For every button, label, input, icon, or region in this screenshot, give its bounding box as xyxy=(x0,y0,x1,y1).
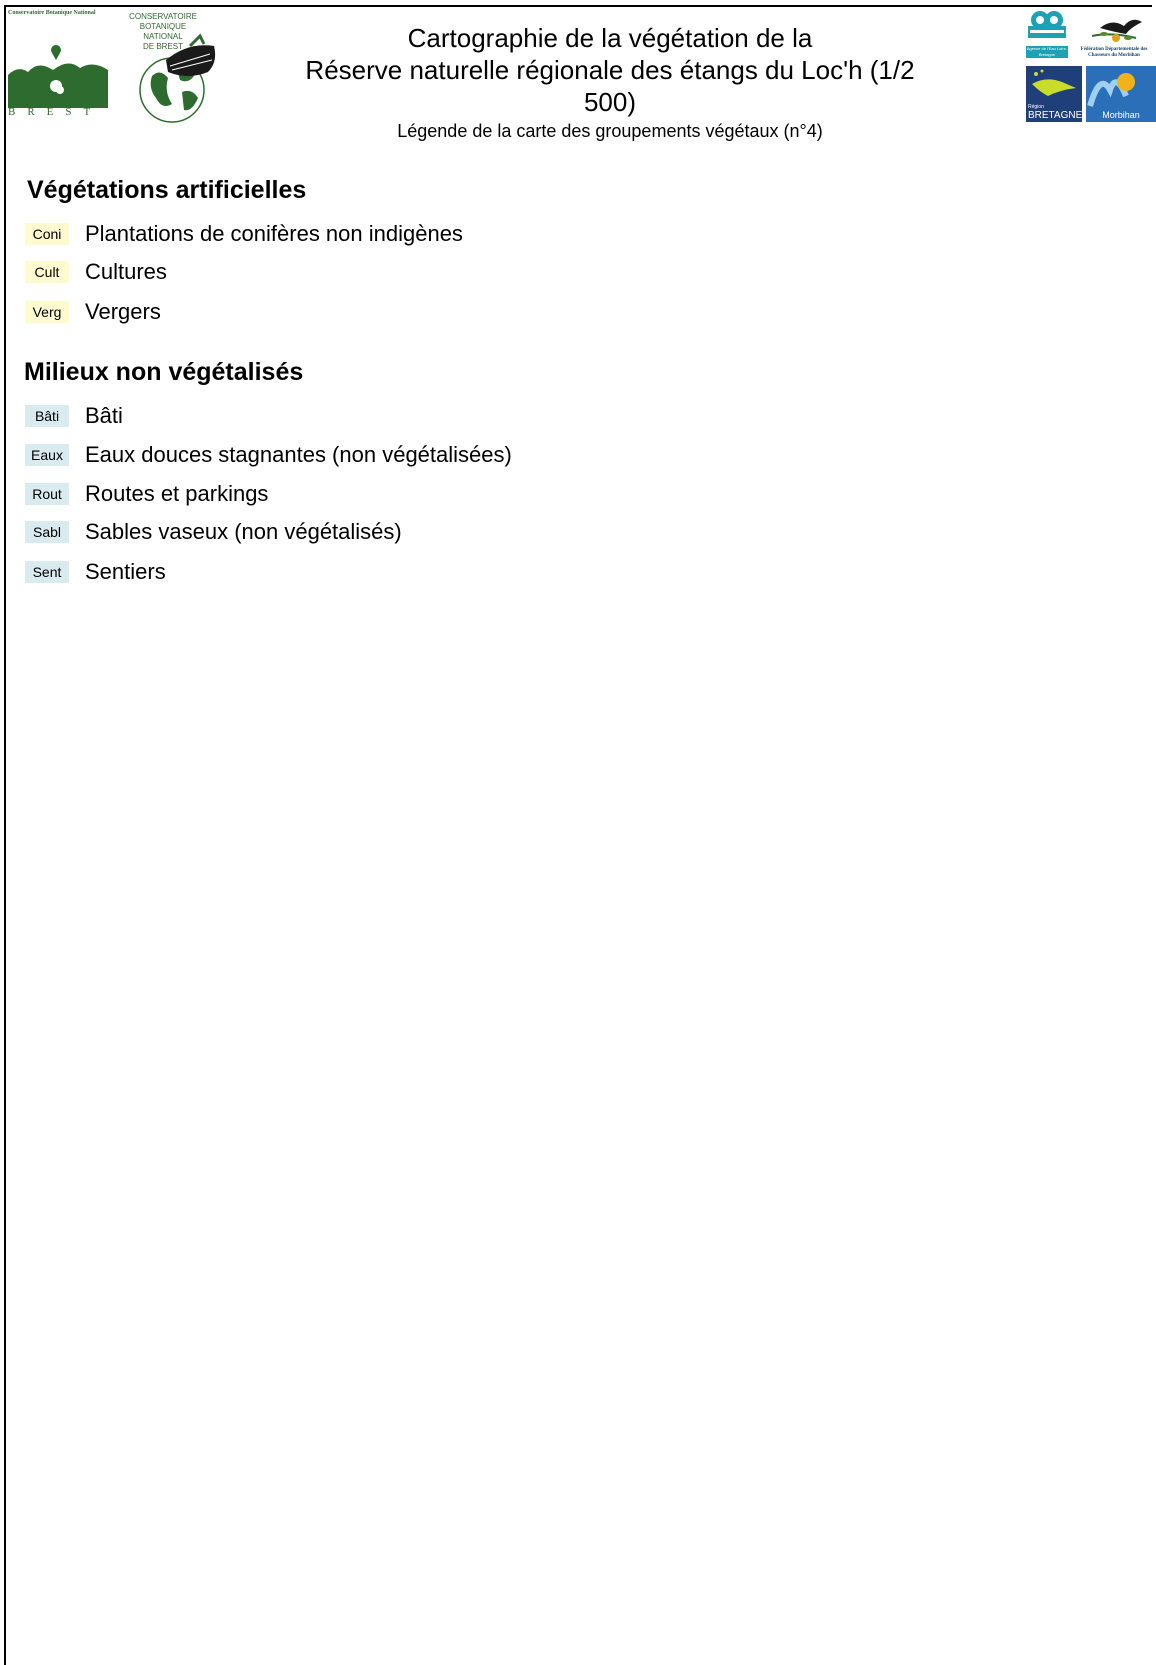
legend-item: Sent Sentiers xyxy=(25,559,166,585)
page-header-titles: Cartographie de la végétation de la Rése… xyxy=(280,22,940,144)
federation-logo: Fédération Départementale des Chasseurs … xyxy=(1072,8,1156,62)
legend-item: Verg Vergers xyxy=(25,299,161,325)
legend-label: Cultures xyxy=(85,259,167,284)
legend-code-swatch: Bâti xyxy=(25,405,69,427)
legend-caption: Légende de la carte des groupements végé… xyxy=(397,121,823,141)
page-title: Cartographie de la végétation de la xyxy=(407,23,813,53)
legend-label: Sentiers xyxy=(85,559,166,584)
legend-label: Plantations de conifères non indigènes xyxy=(85,221,463,246)
agence-eau-logo: Agence de l'Eau Loire-Bretagne xyxy=(1026,8,1068,58)
legend-label: Routes et parkings xyxy=(85,481,269,506)
legend-item: Sabl Sables vaseux (non végétalisés) xyxy=(25,519,402,545)
cbn-small-text: Conservatoire Botanique National xyxy=(8,10,96,16)
legend-code-swatch: Rout xyxy=(25,483,69,505)
page-frame xyxy=(4,5,1152,1665)
morbihan-icon xyxy=(1087,73,1135,107)
cbn-brest-text: BREST xyxy=(8,106,103,118)
region-bretagne-logo: Région BRETAGNE xyxy=(1026,66,1082,122)
page-subtitle: Réserve naturelle régionale des étangs d… xyxy=(305,55,915,117)
legend-label: Vergers xyxy=(85,299,161,324)
morbihan-text: Morbihan xyxy=(1102,110,1140,120)
legend-item: Coni Plantations de conifères non indigè… xyxy=(25,221,463,247)
legend-item: Rout Routes et parkings xyxy=(25,481,268,507)
legend-code-swatch: Eaux xyxy=(25,444,69,466)
legend-code-swatch: Coni xyxy=(25,223,69,245)
legend-code-swatch: Verg xyxy=(25,301,69,323)
federation-text: Fédération Départementale des Chasseurs … xyxy=(1080,47,1148,58)
conservatoire-line: BOTANIQUE xyxy=(139,22,187,31)
legend-label: Bâti xyxy=(85,403,123,428)
legend-code-swatch: Cult xyxy=(25,261,69,283)
legend-item: Eaux Eaux douces stagnantes (non végétal… xyxy=(25,442,512,468)
legend-item: Cult Cultures xyxy=(25,259,167,285)
agence-eau-icon xyxy=(1026,8,1068,48)
legend-code-swatch: Sent xyxy=(25,561,69,583)
section-heading-artificial: Végétations artificielles xyxy=(27,176,307,204)
legend-label: Sables vaseux (non végétalisés) xyxy=(85,519,402,544)
section-heading-non-vegetated: Milieux non végétalisés xyxy=(24,358,304,386)
cbn-landscape-icon xyxy=(8,45,108,108)
conservatoire-line: CONSERVATOIRE xyxy=(129,12,197,21)
globe-ark-icon xyxy=(139,33,216,123)
bird-branch-icon xyxy=(1091,19,1142,42)
logo-conservatoire-brest: Conservatoire Botanique National BREST C… xyxy=(8,10,216,123)
partner-logos: Agence de l'Eau Loire-Bretagne Fédératio… xyxy=(1026,8,1156,124)
region-text: BRETAGNE xyxy=(1028,110,1083,121)
legend-item: Bâti Bâti xyxy=(25,403,123,429)
morbihan-logo: Morbihan xyxy=(1086,66,1156,122)
legend-code-swatch: Sabl xyxy=(25,521,69,543)
legend-label: Eaux douces stagnantes (non végétalisées… xyxy=(85,442,512,467)
agence-eau-text: Agence de l'Eau Loire-Bretagne xyxy=(1026,46,1068,58)
region-bretagne-icon xyxy=(1032,69,1076,96)
